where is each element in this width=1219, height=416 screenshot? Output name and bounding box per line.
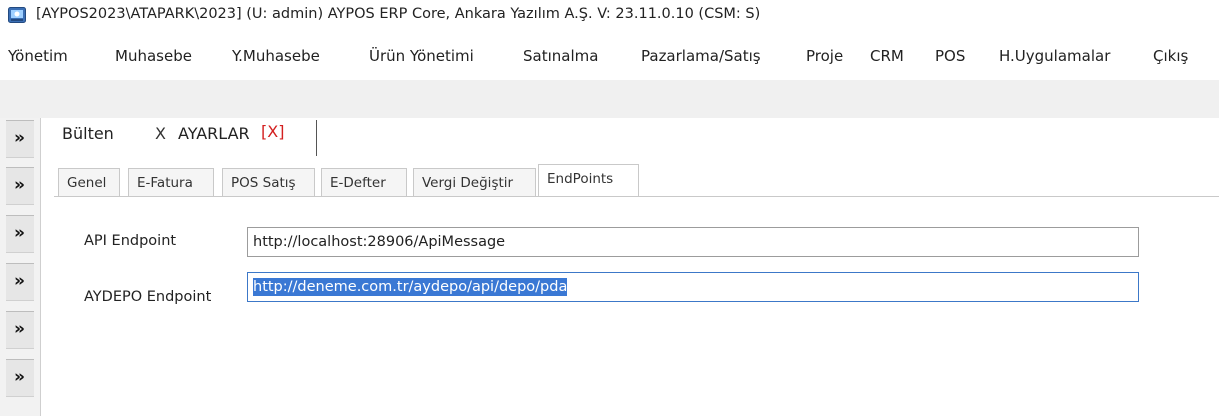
aydepo-endpoint-value: http://deneme.com.tr/aydepo/api/depo/pda [253, 278, 568, 296]
menu-bar: Yönetim Muhasebe Y.Muhasebe Ürün Yönetim… [0, 30, 1219, 70]
menu-cikis[interactable]: Çıkış [1153, 47, 1188, 65]
menu-pos[interactable]: POS [935, 47, 965, 65]
menu-satinalma[interactable]: Satınalma [523, 47, 598, 65]
aydepo-endpoint-label: AYDEPO Endpoint [84, 289, 212, 305]
tab-e-defter[interactable]: E-Defter [321, 168, 407, 196]
tab-bulten[interactable]: Bülten [62, 124, 114, 143]
menu-y-muhasebe[interactable]: Y.Muhasebe [232, 47, 320, 65]
tab-bulten-close-button[interactable]: X [155, 124, 166, 143]
window-title: [AYPOS2023\ATAPARK\2023] (U: admin) AYPO… [36, 6, 761, 22]
tab-ayarlar[interactable]: AYARLAR [178, 124, 250, 143]
toolbar [0, 80, 1219, 118]
double-chevron-right-icon: » [14, 367, 25, 387]
dock-expand-button[interactable]: » [6, 359, 34, 397]
dock-expand-button[interactable]: » [6, 120, 34, 158]
tab-genel[interactable]: Genel [58, 168, 120, 196]
double-chevron-right-icon: » [14, 223, 25, 243]
tab-baseline [54, 196, 1219, 197]
double-chevron-right-icon: » [14, 175, 25, 195]
tab-separator [316, 120, 317, 156]
dock-expand-button[interactable]: » [6, 167, 34, 205]
tab-endpoints[interactable]: EndPoints [538, 164, 639, 197]
api-endpoint-input[interactable]: http://localhost:28906/ApiMessage [247, 227, 1139, 257]
menu-urun-yonetimi[interactable]: Ürün Yönetimi [369, 47, 474, 65]
double-chevron-right-icon: » [14, 319, 25, 339]
dock-expand-button[interactable]: » [6, 311, 34, 349]
dock-expand-button[interactable]: » [6, 263, 34, 301]
menu-proje[interactable]: Proje [806, 47, 843, 65]
menu-yonetim[interactable]: Yönetim [8, 47, 68, 65]
aydepo-endpoint-input[interactable]: http://deneme.com.tr/aydepo/api/depo/pda [247, 272, 1139, 302]
menu-pazarlama-satis[interactable]: Pazarlama/Satış [641, 47, 761, 65]
menu-h-uygulamalar[interactable]: H.Uygulamalar [999, 47, 1110, 65]
double-chevron-right-icon: » [14, 128, 25, 148]
tab-vergi-degistir[interactable]: Vergi Değiştir [413, 168, 536, 196]
menu-muhasebe[interactable]: Muhasebe [115, 47, 192, 65]
api-endpoint-label: API Endpoint [84, 233, 177, 249]
side-dock: » » » » » » [0, 118, 41, 416]
dock-expand-button[interactable]: » [6, 215, 34, 253]
tab-pos-satis[interactable]: POS Satış [222, 168, 315, 196]
tab-ayarlar-close-button[interactable]: [X] [261, 122, 284, 141]
app-icon [8, 7, 26, 23]
menu-crm[interactable]: CRM [870, 47, 904, 65]
double-chevron-right-icon: » [14, 271, 25, 291]
tab-e-fatura[interactable]: E-Fatura [128, 168, 214, 196]
